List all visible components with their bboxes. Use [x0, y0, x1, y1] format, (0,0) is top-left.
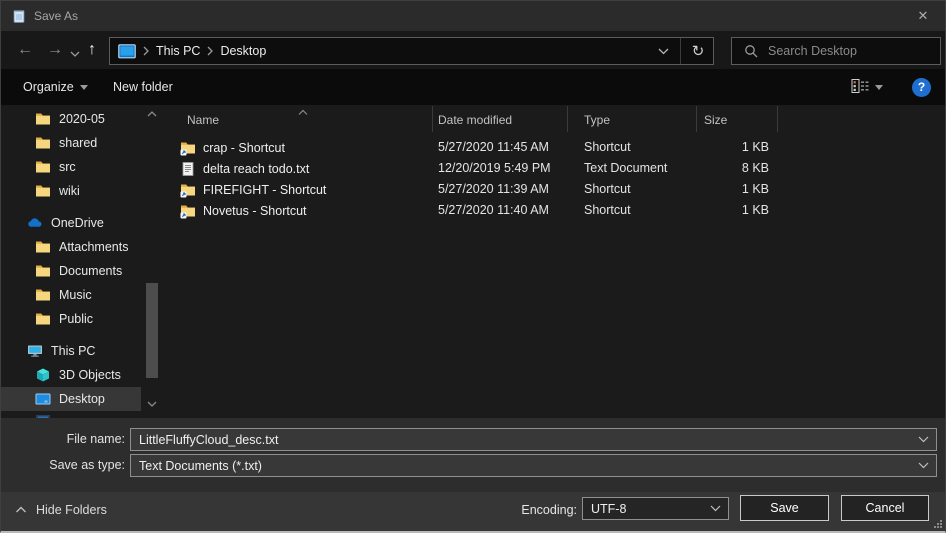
sidebar-item-wiki[interactable]: wiki	[1, 179, 141, 203]
address-dropdown-chevron-icon[interactable]	[648, 48, 678, 55]
view-mode-button[interactable]	[851, 69, 883, 105]
file-name-input[interactable]	[131, 433, 910, 447]
address-bar[interactable]: This PC Desktop ↻	[109, 37, 714, 65]
new-folder-button[interactable]: New folder	[113, 69, 173, 105]
close-button[interactable]: ✕	[909, 4, 937, 28]
onedrive-cloud-icon	[27, 215, 43, 231]
sidebar-group-gap	[1, 203, 161, 211]
resize-grip[interactable]	[933, 518, 943, 532]
folder-icon	[35, 287, 51, 303]
details-view-icon	[851, 78, 869, 97]
sidebar-item-partial	[35, 411, 51, 418]
chevron-up-icon	[15, 503, 27, 517]
breadcrumb-desktop[interactable]: Desktop	[220, 44, 266, 58]
column-header-date-modified[interactable]: Date modified	[438, 113, 512, 127]
file-row-firefight-shortcut[interactable]: FIREFIGHT - Shortcut 5/27/2020 11:39 AM …	[167, 179, 945, 200]
search-icon	[744, 44, 758, 58]
navigation-bar: ← → ↑ This PC Desktop ↻	[1, 31, 945, 69]
this-pc-icon	[118, 44, 136, 59]
up-button[interactable]: ↑	[88, 39, 96, 61]
filename-panel: File name: Save as type: Text Documents …	[1, 418, 945, 492]
sidebar-item-attachments[interactable]: Attachments	[1, 235, 141, 259]
sidebar-item-2020-05[interactable]: 2020-05	[1, 107, 141, 131]
sidebar-item-desktop[interactable]: Desktop	[1, 387, 141, 411]
save-as-type-dropdown-chevron-icon[interactable]	[910, 462, 936, 469]
hide-folders-button[interactable]: Hide Folders	[15, 503, 107, 517]
sidebar-scroll-down-icon[interactable]	[146, 397, 158, 411]
sidebar-item-src[interactable]: src	[1, 155, 141, 179]
sidebar-item-3d-objects[interactable]: 3D Objects	[1, 363, 141, 387]
sort-ascending-icon	[297, 105, 309, 119]
command-toolbar: Organize New folder ?	[1, 69, 945, 105]
save-as-dialog: Save As ✕ ← → ↑ This PC Desktop	[0, 0, 946, 533]
computer-icon	[27, 343, 43, 359]
file-name-dropdown-chevron-icon[interactable]	[910, 436, 936, 443]
sidebar-item-music[interactable]: Music	[1, 283, 141, 307]
cancel-button[interactable]: Cancel	[841, 495, 929, 521]
refresh-button[interactable]: ↻	[683, 42, 713, 60]
help-button[interactable]: ?	[912, 69, 931, 105]
column-divider[interactable]	[432, 106, 433, 132]
sidebar-item-public[interactable]: Public	[1, 307, 141, 331]
column-header-size[interactable]: Size	[704, 113, 727, 127]
sidebar-item-this-pc[interactable]: This PC	[1, 339, 141, 363]
column-divider[interactable]	[696, 106, 697, 132]
file-name-combobox[interactable]	[130, 428, 937, 451]
folder-shortcut-icon	[180, 182, 196, 198]
encoding-label: Encoding:	[477, 503, 577, 517]
folder-icon	[35, 263, 51, 279]
back-button[interactable]: ←	[17, 39, 33, 61]
sidebar-group-gap	[1, 331, 161, 339]
save-as-type-label: Save as type:	[1, 458, 125, 472]
search-box[interactable]: Search Desktop	[731, 37, 941, 65]
sidebar-item-documents[interactable]: Documents	[1, 259, 141, 283]
breadcrumb-chevron-icon	[207, 46, 213, 56]
notepad-icon	[11, 8, 27, 24]
sidebar-scroll-up-icon[interactable]	[146, 107, 158, 121]
desktop-icon	[35, 391, 51, 407]
address-divider	[680, 38, 681, 64]
dialog-footer: Hide Folders Encoding: UTF-8 Save Cancel	[1, 492, 945, 533]
sidebar-item-onedrive[interactable]: OneDrive	[1, 211, 141, 235]
folder-icon	[35, 111, 51, 127]
encoding-dropdown-chevron-icon[interactable]	[702, 505, 728, 512]
column-header-type[interactable]: Type	[584, 113, 610, 127]
column-divider[interactable]	[567, 106, 568, 132]
folder-icon	[35, 183, 51, 199]
list-header: Name Date modified Type Size	[167, 105, 945, 133]
folder-icon	[35, 239, 51, 255]
recent-locations-chevron-icon[interactable]	[70, 46, 80, 60]
organize-dropdown-icon	[80, 85, 88, 90]
folder-icon	[35, 311, 51, 327]
folder-shortcut-icon	[180, 203, 196, 219]
folder-shortcut-icon	[180, 140, 196, 156]
save-as-type-select[interactable]: Text Documents (*.txt)	[130, 454, 937, 477]
text-document-icon	[180, 161, 196, 177]
file-row-novetus-shortcut[interactable]: Novetus - Shortcut 5/27/2020 11:40 AM Sh…	[167, 200, 945, 221]
breadcrumb-this-pc[interactable]: This PC	[156, 44, 200, 58]
search-placeholder: Search Desktop	[768, 44, 857, 58]
save-button[interactable]: Save	[740, 495, 829, 521]
folder-icon	[35, 159, 51, 175]
help-icon: ?	[912, 78, 931, 97]
folder-icon	[35, 135, 51, 151]
sidebar-item-shared[interactable]: shared	[1, 131, 141, 155]
title-bar: Save As ✕	[1, 1, 945, 31]
organize-button[interactable]: Organize	[23, 69, 88, 105]
forward-button[interactable]: →	[47, 39, 63, 61]
encoding-select[interactable]: UTF-8	[582, 497, 729, 520]
file-row-crap-shortcut[interactable]: crap - Shortcut 5/27/2020 11:45 AM Short…	[167, 137, 945, 158]
column-header-name[interactable]: Name	[187, 113, 219, 127]
navigation-pane: 2020-05 shared src wiki OneDrive	[1, 105, 161, 418]
view-mode-dropdown-icon	[875, 85, 883, 90]
file-row-delta-reach-todo[interactable]: delta reach todo.txt 12/20/2019 5:49 PM …	[167, 158, 945, 179]
file-name-label: File name:	[1, 432, 125, 446]
sidebar-scrollbar-thumb[interactable]	[146, 283, 158, 378]
content-area: 2020-05 shared src wiki OneDrive	[1, 105, 945, 418]
cube-icon	[35, 367, 51, 383]
window-title: Save As	[34, 9, 78, 23]
file-list: Name Date modified Type Size crap - Shor…	[167, 105, 945, 418]
column-divider[interactable]	[777, 106, 778, 132]
breadcrumb-chevron-icon	[143, 46, 149, 56]
